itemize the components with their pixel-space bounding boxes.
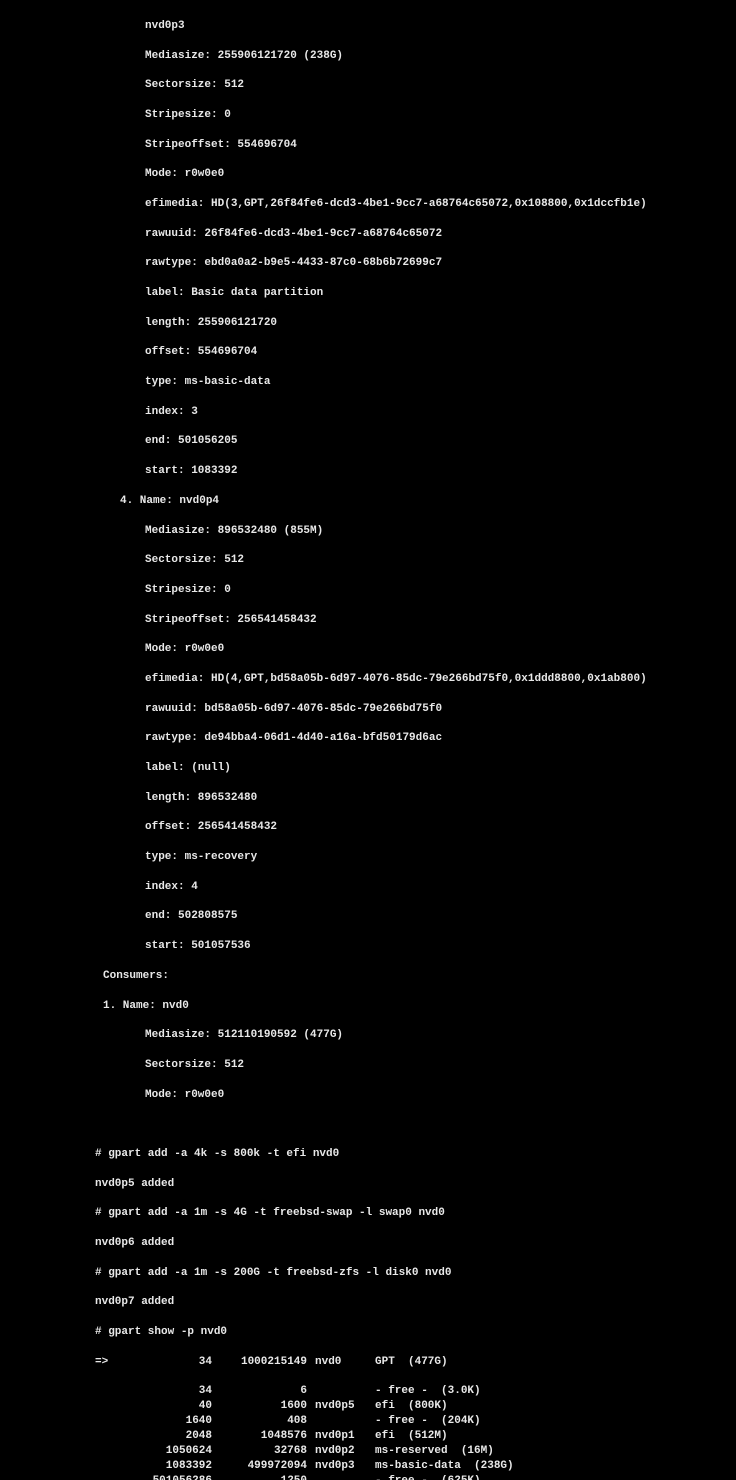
row-name: nvd0p5: [315, 1399, 375, 1414]
partition-row: 20481048576nvd0p1efi (512M): [95, 1429, 736, 1444]
header-start: 34: [125, 1355, 220, 1370]
partition-row: 346 - free - (3.0K): [95, 1384, 736, 1399]
row-size: 408: [220, 1414, 315, 1429]
p4-efimedia: efimedia: HD(4,GPT,bd58a05b-6d97-4076-85…: [95, 672, 736, 687]
row-size: 1600: [220, 1399, 315, 1414]
p3-start: start: 1083392: [95, 464, 736, 479]
command-3: # gpart add -a 1m -s 200G -t freebsd-zfs…: [95, 1266, 736, 1281]
partition-row: 401600nvd0p5efi (800K): [95, 1399, 736, 1414]
c1-mediasize: Mediasize: 512110190592 (477G): [95, 1028, 736, 1043]
p4-sectorsize: Sectorsize: 512: [95, 553, 736, 568]
partition-row: 105062432768nvd0p2ms-reserved (16M): [95, 1444, 736, 1459]
header-size: 1000215149: [220, 1355, 315, 1370]
row-name: nvd0p3: [315, 1459, 375, 1474]
header-desc: GPT (477G): [375, 1355, 736, 1370]
output-1: nvd0p5 added: [95, 1177, 736, 1192]
p3-efimedia: efimedia: HD(3,GPT,26f84fe6-dcd3-4be1-9c…: [95, 197, 736, 212]
row-start: 34: [125, 1384, 220, 1399]
row-start: 1050624: [125, 1444, 220, 1459]
p4-index: index: 4: [95, 880, 736, 895]
p4-rawtype: rawtype: de94bba4-06d1-4d40-a16a-bfd5017…: [95, 731, 736, 746]
row-desc: ms-reserved (16M): [375, 1444, 736, 1459]
p3-sectorsize: Sectorsize: 512: [95, 78, 736, 93]
arrow: =>: [95, 1355, 125, 1370]
partition-row: 1083392499972094nvd0p3ms-basic-data (238…: [95, 1459, 736, 1474]
output-2: nvd0p6 added: [95, 1236, 736, 1251]
row-start: 40: [125, 1399, 220, 1414]
p3-offset: offset: 554696704: [95, 345, 736, 360]
p4-header: 4. Name: nvd0p4: [95, 494, 736, 509]
partition-row: 1640408 - free - (204K): [95, 1414, 736, 1429]
row-start: 1640: [125, 1414, 220, 1429]
p3-index: index: 3: [95, 405, 736, 420]
row-size: 32768: [220, 1444, 315, 1459]
p4-offset: offset: 256541458432: [95, 820, 736, 835]
row-name: nvd0p2: [315, 1444, 375, 1459]
p3-length: length: 255906121720: [95, 316, 736, 331]
output-3: nvd0p7 added: [95, 1295, 736, 1310]
partition-table-header: => 34 1000215149 nvd0 GPT (477G): [95, 1355, 736, 1370]
p4-mode: Mode: r0w0e0: [95, 642, 736, 657]
row-start: 2048: [125, 1429, 220, 1444]
row-desc: efi (800K): [375, 1399, 736, 1414]
row-size: 1250: [220, 1474, 315, 1480]
row-desc: ms-basic-data (238G): [375, 1459, 736, 1474]
p3-name: nvd0p3: [95, 19, 736, 34]
consumers-header: Consumers:: [95, 969, 736, 984]
p4-stripesize: Stripesize: 0: [95, 583, 736, 598]
p4-end: end: 502808575: [95, 909, 736, 924]
command-2: # gpart add -a 1m -s 4G -t freebsd-swap …: [95, 1206, 736, 1221]
p3-rawuuid: rawuuid: 26f84fe6-dcd3-4be1-9cc7-a68764c…: [95, 227, 736, 242]
p3-rawtype: rawtype: ebd0a0a2-b9e5-4433-87c0-68b6b72…: [95, 256, 736, 271]
row-size: 499972094: [220, 1459, 315, 1474]
p3-stripesize: Stripesize: 0: [95, 108, 736, 123]
command-4: # gpart show -p nvd0: [95, 1325, 736, 1340]
blank-line: [95, 1117, 736, 1132]
p3-end: end: 501056205: [95, 434, 736, 449]
c1-mode: Mode: r0w0e0: [95, 1088, 736, 1103]
row-name: [315, 1384, 375, 1399]
row-name: nvd0p1: [315, 1429, 375, 1444]
p4-mediasize: Mediasize: 896532480 (855M): [95, 524, 736, 539]
p4-type: type: ms-recovery: [95, 850, 736, 865]
row-size: 6: [220, 1384, 315, 1399]
c1-sectorsize: Sectorsize: 512: [95, 1058, 736, 1073]
p3-mediasize: Mediasize: 255906121720 (238G): [95, 49, 736, 64]
header-name: nvd0: [315, 1355, 375, 1370]
p3-mode: Mode: r0w0e0: [95, 167, 736, 182]
p3-type: type: ms-basic-data: [95, 375, 736, 390]
row-start: 1083392: [125, 1459, 220, 1474]
row-start: 501056286: [125, 1474, 220, 1480]
row-desc: - free - (3.0K): [375, 1384, 736, 1399]
terminal-output: nvd0p3 Mediasize: 255906121720 (238G) Se…: [0, 0, 736, 1480]
p3-stripeoffset: Stripeoffset: 554696704: [95, 138, 736, 153]
command-1: # gpart add -a 4k -s 800k -t efi nvd0: [95, 1147, 736, 1162]
p4-rawuuid: rawuuid: bd58a05b-6d97-4076-85dc-79e266b…: [95, 702, 736, 717]
p3-label: label: Basic data partition: [95, 286, 736, 301]
p4-start: start: 501057536: [95, 939, 736, 954]
consumer-1-header: 1. Name: nvd0: [95, 999, 736, 1014]
row-size: 1048576: [220, 1429, 315, 1444]
row-desc: - free - (204K): [375, 1414, 736, 1429]
row-desc: efi (512M): [375, 1429, 736, 1444]
row-name: [315, 1474, 375, 1480]
row-desc: - free - (625K): [375, 1474, 736, 1480]
p4-length: length: 896532480: [95, 791, 736, 806]
row-name: [315, 1414, 375, 1429]
partition-row: 5010562861250 - free - (625K): [95, 1474, 736, 1480]
p4-stripeoffset: Stripeoffset: 256541458432: [95, 613, 736, 628]
p4-label: label: (null): [95, 761, 736, 776]
